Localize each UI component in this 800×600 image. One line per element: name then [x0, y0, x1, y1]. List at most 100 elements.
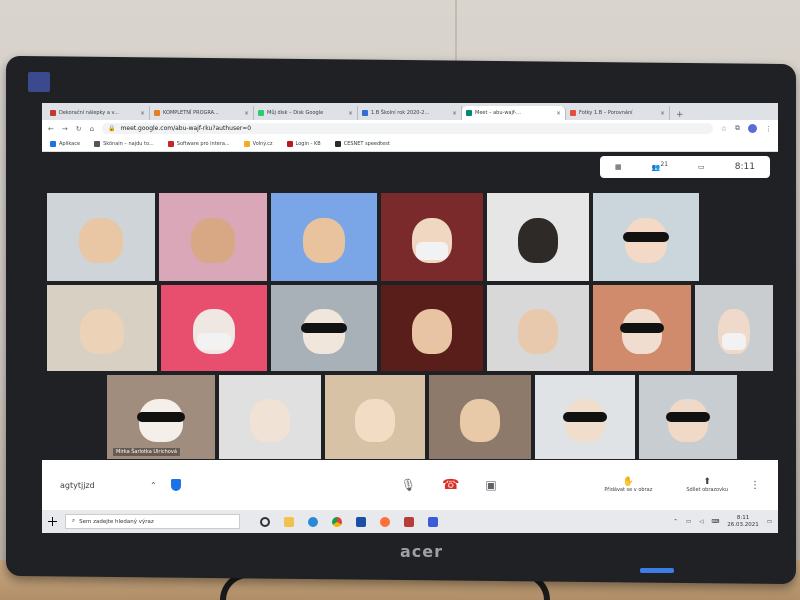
participant-face	[79, 217, 123, 264]
raise-hand-button[interactable]: ✋ Přidávat se v obraz	[604, 477, 652, 493]
reload-icon[interactable]: ↻	[76, 125, 82, 133]
save-icon[interactable]	[356, 516, 366, 527]
participant-face	[355, 398, 395, 443]
bookmark-item[interactable]: Volný.cz	[243, 141, 273, 147]
new-tab-button[interactable]: +	[670, 110, 690, 120]
participant-tile[interactable]	[486, 192, 590, 282]
bookmark-item[interactable]: Software pro intera...	[167, 141, 230, 147]
close-icon[interactable]: ×	[140, 110, 145, 117]
participant-tile[interactable]	[380, 284, 484, 372]
address-bar[interactable]: 🔒 meet.google.com/abu-wajf-rku?authuser=0	[102, 123, 713, 134]
bookmark-item[interactable]: CESNET speedtest	[334, 141, 390, 147]
taskbar-apps	[260, 516, 438, 527]
tab-title: KOMPLETNÍ PROGRA...	[163, 110, 219, 116]
browser-tab[interactable]: Dekorační nálepky a v... ×	[46, 106, 150, 120]
participant-tile[interactable]	[270, 284, 378, 372]
star-icon[interactable]: ☆	[721, 125, 727, 133]
chrome-icon[interactable]	[332, 516, 342, 527]
participants-button[interactable]: 👥21	[652, 162, 668, 171]
participant-tile[interactable]	[592, 284, 692, 372]
participant-tile[interactable]	[694, 284, 774, 372]
task-view-icon[interactable]	[260, 516, 270, 527]
participant-tile[interactable]: Mirka Šarlotka Ulrichová	[106, 374, 216, 460]
share-label: Sdílet obrazovku	[686, 487, 728, 493]
avatar[interactable]	[748, 124, 757, 133]
participant-tile[interactable]	[218, 374, 322, 460]
tab-title: Fotky 1.B – Porovnání	[579, 110, 633, 116]
notification-icon[interactable]: ▭	[767, 519, 772, 525]
windows-taskbar: ⌕ Sem zadejte hledaný výraz ⌃ ▭ ◁ ⌨ 8:11 2…	[42, 510, 778, 533]
app-icon[interactable]	[404, 516, 414, 527]
share-screen-button[interactable]: ⬆ Sdílet obrazovku	[686, 477, 728, 493]
present-icon: ⬆	[703, 477, 711, 487]
taskbar-search[interactable]: ⌕ Sem zadejte hledaný výraz	[65, 514, 240, 529]
bookmark-label: Skönain – najdu to...	[103, 141, 154, 147]
home-icon[interactable]: ⌂	[90, 125, 94, 133]
bookmark-label: Login - KB	[295, 141, 321, 147]
close-icon[interactable]: ×	[556, 110, 561, 117]
chat-icon[interactable]: ▭	[698, 163, 705, 171]
participant-tile[interactable]	[46, 284, 158, 372]
participant-tile[interactable]	[534, 374, 636, 460]
browser-tab[interactable]: Můj disk – Disk Google ×	[254, 106, 358, 120]
hang-up-button[interactable]: ☎	[442, 477, 459, 493]
power-led	[640, 568, 674, 573]
back-icon[interactable]: ←	[48, 125, 54, 133]
participant-tile[interactable]	[638, 374, 738, 460]
menu-icon[interactable]: ⋮	[765, 125, 772, 133]
browser-tab[interactable]: 1.B Školní rok 2020-2... ×	[358, 106, 462, 120]
search-icon: ⌕	[72, 518, 76, 524]
browser-toolbar: ← → ↻ ⌂ 🔒 meet.google.com/abu-wajf-rku?au…	[42, 120, 778, 137]
chevron-up-icon[interactable]: ⌃	[673, 519, 678, 525]
bookmark-item[interactable]: Aplikace	[50, 141, 80, 147]
microphone-button[interactable]: 🎙	[401, 478, 416, 492]
file-explorer-icon[interactable]	[284, 516, 294, 527]
keyboard-icon[interactable]: ⌨	[711, 519, 719, 525]
tab-title: Meet – abu-wajf-...	[475, 110, 521, 116]
monitor-screen: Dekorační nálepky a v... × KOMPLETNÍ PROG…	[42, 103, 778, 533]
shield-icon[interactable]	[170, 479, 181, 491]
participant-tile[interactable]	[380, 192, 484, 282]
bookmark-favicon-icon	[167, 141, 174, 147]
chevron-up-icon[interactable]: ⌃	[150, 481, 157, 490]
participant-face	[517, 309, 559, 354]
close-icon[interactable]: ×	[244, 110, 249, 117]
sunglasses	[666, 411, 710, 423]
bookmark-item[interactable]: Login - KB	[286, 141, 321, 147]
firefox-icon[interactable]	[380, 516, 390, 527]
lock-icon: 🔒	[108, 125, 116, 132]
network-icon[interactable]: ▭	[686, 519, 691, 525]
participant-tile[interactable]	[160, 284, 268, 372]
participant-tile[interactable]	[428, 374, 532, 460]
more-options-icon[interactable]: ⋮	[750, 480, 760, 491]
edge-icon[interactable]	[308, 516, 318, 527]
close-icon[interactable]: ×	[660, 110, 665, 117]
volume-icon[interactable]: ◁	[699, 519, 703, 525]
taskbar-clock[interactable]: 8:11 26.03.2021	[727, 515, 759, 529]
browser-tab[interactable]: KOMPLETNÍ PROGRA... ×	[150, 106, 254, 120]
camera-button[interactable]: ▣	[485, 478, 496, 492]
close-icon[interactable]: ×	[452, 110, 457, 117]
participant-tile[interactable]	[324, 374, 426, 460]
participant-grid: Mirka Šarlotka Ulrichová	[46, 192, 774, 460]
meeting-code[interactable]: agtytjjzd	[60, 481, 150, 490]
participant-tile[interactable]	[592, 192, 700, 282]
browser-tab-active[interactable]: Meet – abu-wajf-... ×	[462, 106, 566, 120]
participant-tile[interactable]	[486, 284, 590, 372]
layout-icon[interactable]: ▦	[615, 163, 622, 171]
participant-tile[interactable]	[270, 192, 378, 282]
url-text: meet.google.com/abu-wajf-rku?authuser=0	[120, 125, 252, 132]
start-button[interactable]	[48, 517, 57, 526]
app-icon[interactable]	[428, 516, 438, 527]
participant-tile[interactable]	[158, 192, 268, 282]
extensions-icon[interactable]: ⧉	[735, 124, 740, 133]
browser-tab[interactable]: Fotky 1.B – Porovnání ×	[566, 106, 670, 120]
bookmark-item[interactable]: Skönain – najdu to...	[94, 141, 154, 147]
tab-strip: Dekorační nálepky a v... × KOMPLETNÍ PROG…	[42, 103, 778, 120]
close-icon[interactable]: ×	[348, 110, 353, 117]
meet-top-bar: ▦ 👥21 ▭ 8:11	[600, 156, 770, 178]
forward-icon[interactable]: →	[62, 125, 68, 133]
tab-title: 1.B Školní rok 2020-2...	[371, 110, 430, 116]
bookmark-label: Volný.cz	[252, 141, 273, 147]
participant-tile[interactable]	[46, 192, 156, 282]
